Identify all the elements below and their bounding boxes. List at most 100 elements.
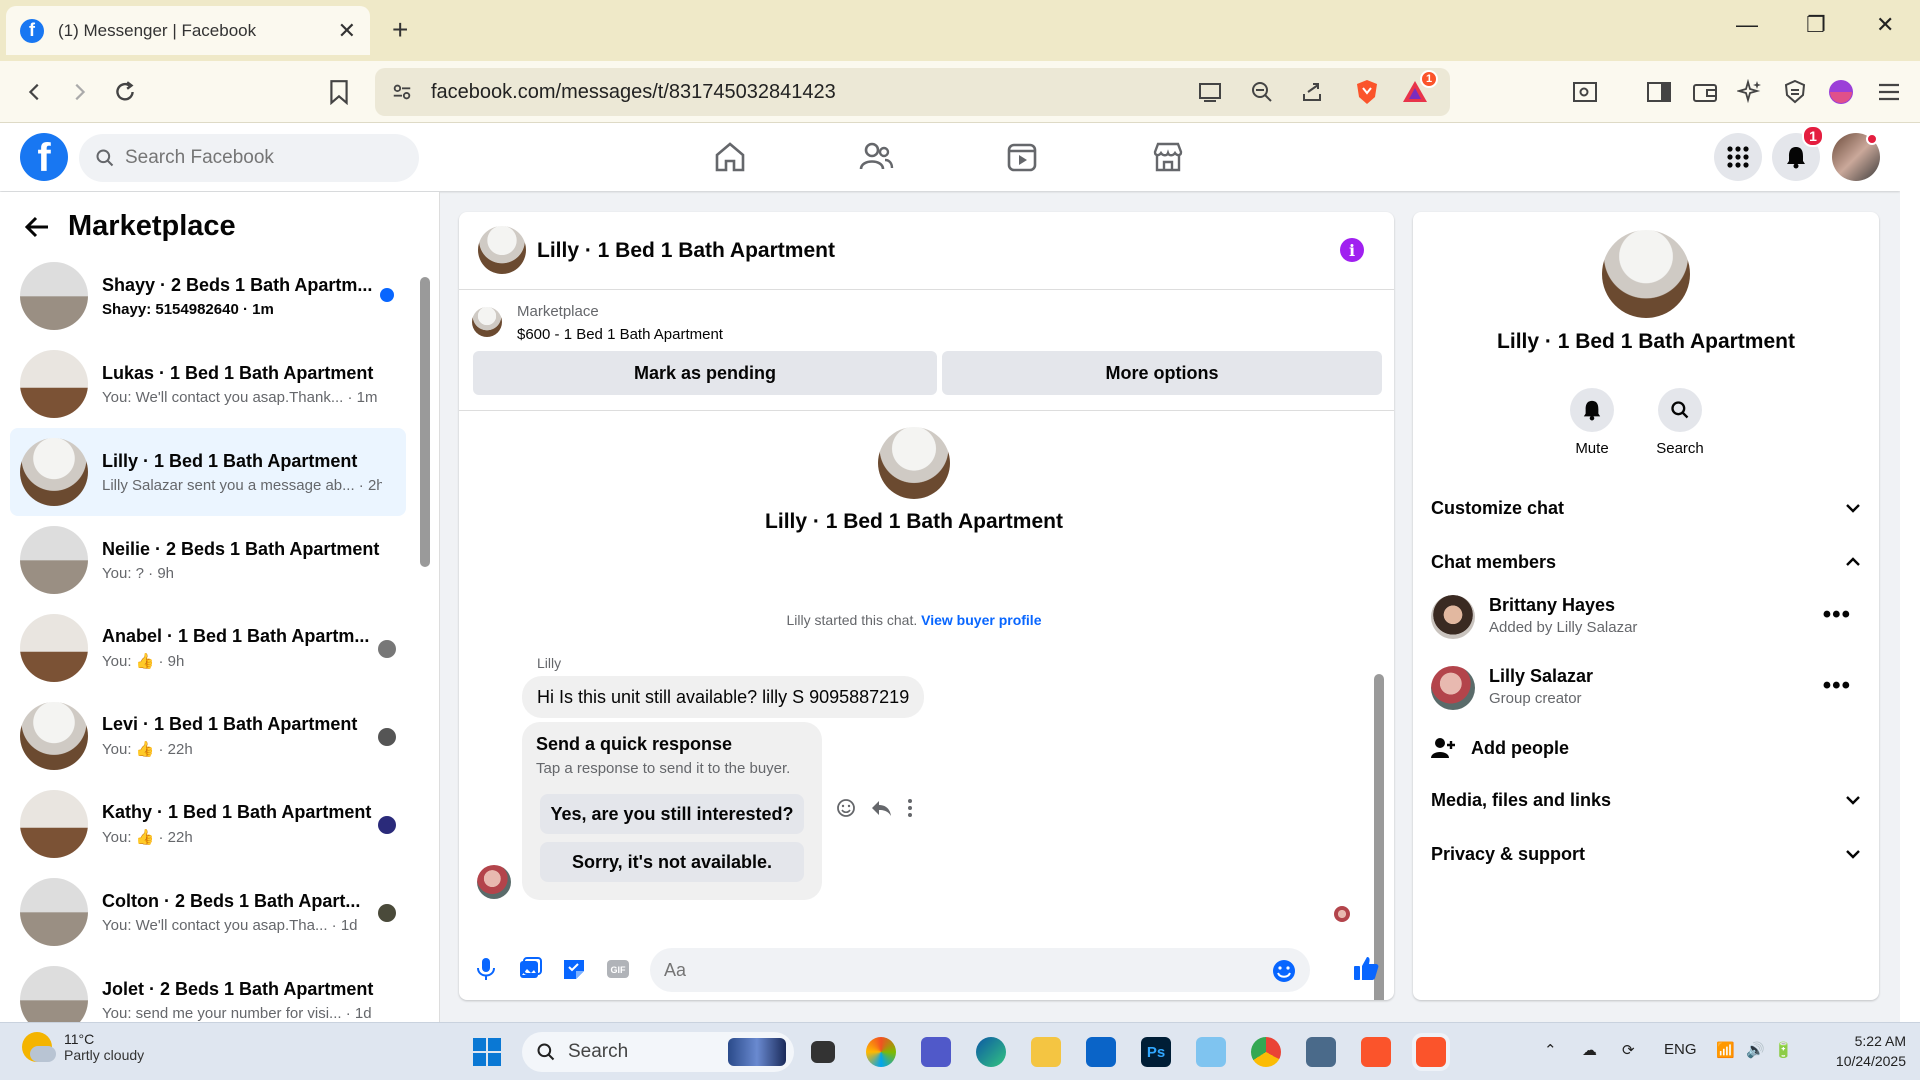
- leo-ai-icon[interactable]: [1735, 77, 1765, 107]
- weather-widget[interactable]: 11°C Partly cloudy: [22, 1031, 144, 1063]
- conversation-item[interactable]: Colton · 2 Beds 1 Bath Apart... You: We'…: [10, 868, 406, 956]
- vpn-icon[interactable]: [1780, 77, 1810, 107]
- home-icon[interactable]: [712, 139, 748, 175]
- windows-start-icon[interactable]: [472, 1037, 502, 1067]
- message-input-wrapper[interactable]: [650, 948, 1310, 992]
- menu-icon[interactable]: [1874, 77, 1904, 107]
- chat-member[interactable]: Brittany Hayes Added by Lilly Salazar ••…: [1431, 589, 1861, 645]
- friends-icon[interactable]: [858, 139, 894, 175]
- taskbar-search[interactable]: Search: [522, 1032, 794, 1072]
- new-tab-button[interactable]: +: [392, 14, 408, 46]
- facebook-search[interactable]: [79, 134, 419, 182]
- reading-mode-icon[interactable]: [1570, 77, 1600, 107]
- info-icon[interactable]: i: [1340, 238, 1364, 262]
- marketplace-icon[interactable]: [1150, 139, 1186, 175]
- chat-member[interactable]: Lilly Salazar Group creator •••: [1431, 660, 1861, 716]
- conversation-item[interactable]: Neilie · 2 Beds 1 Bath Apartment You: ? …: [10, 516, 406, 604]
- brave-icon[interactable]: [1361, 1037, 1391, 1067]
- chrome-icon[interactable]: [1251, 1037, 1281, 1067]
- video-icon[interactable]: [1004, 139, 1040, 175]
- wifi-icon[interactable]: 📶: [1716, 1041, 1735, 1059]
- address-bar[interactable]: facebook.com/messages/t/831745032841423 …: [375, 68, 1450, 116]
- sidebar-icon[interactable]: [1644, 77, 1674, 107]
- mute-button[interactable]: Mute: [1552, 388, 1632, 457]
- forward-icon[interactable]: [64, 77, 94, 107]
- message-bubble[interactable]: Hi Is this unit still available? lilly S…: [522, 676, 925, 718]
- close-window-icon[interactable]: ✕: [1876, 12, 1894, 38]
- more-options-button[interactable]: More options: [942, 351, 1382, 395]
- menu-grid-button[interactable]: [1714, 133, 1762, 181]
- share-icon[interactable]: [1297, 77, 1327, 107]
- sender-avatar[interactable]: [477, 865, 511, 899]
- photoshop-icon[interactable]: Ps: [1141, 1037, 1171, 1067]
- app-icon[interactable]: [1196, 1037, 1226, 1067]
- conversation-item[interactable]: Kathy · 1 Bed 1 Bath Apartment You: 👍 · …: [10, 780, 406, 868]
- conversation-item[interactable]: Jolet · 2 Beds 1 Bath Apartment You: sen…: [10, 956, 406, 1022]
- microphone-icon[interactable]: [473, 956, 499, 982]
- more-actions-icon[interactable]: [906, 798, 914, 818]
- chat-avatar[interactable]: [478, 226, 526, 274]
- search-conversation-button[interactable]: Search: [1640, 388, 1720, 457]
- mark-as-pending-button[interactable]: Mark as pending: [473, 351, 937, 395]
- privacy-support-section[interactable]: Privacy & support: [1431, 832, 1861, 876]
- member-options-icon[interactable]: •••: [1823, 601, 1851, 629]
- app-icon[interactable]: [1306, 1037, 1336, 1067]
- back-arrow-icon[interactable]: [24, 215, 50, 239]
- add-people-button[interactable]: Add people: [1431, 726, 1861, 770]
- taskbar-clock[interactable]: 5:22 AM 10/24/2025: [1816, 1031, 1906, 1071]
- cast-icon[interactable]: [1195, 77, 1225, 107]
- profile-icon[interactable]: [1826, 77, 1856, 107]
- reload-icon[interactable]: [110, 77, 140, 107]
- volume-icon[interactable]: 🔊: [1746, 1041, 1765, 1059]
- brave-shield-icon[interactable]: [1352, 77, 1382, 107]
- browser-tab[interactable]: f (1) Messenger | Facebook ✕: [6, 6, 370, 55]
- listing-detail[interactable]: $600 - 1 Bed 1 Bath Apartment: [517, 326, 723, 343]
- teams-icon[interactable]: [921, 1037, 951, 1067]
- language-indicator[interactable]: ENG: [1664, 1041, 1697, 1058]
- restore-icon[interactable]: ❐: [1806, 12, 1826, 38]
- task-view-icon[interactable]: [811, 1041, 835, 1063]
- close-tab-icon[interactable]: ✕: [338, 18, 356, 44]
- conversation-item[interactable]: Lukas · 1 Bed 1 Bath Apartment You: We'l…: [10, 340, 406, 428]
- battery-icon[interactable]: 🔋: [1774, 1041, 1793, 1059]
- conversation-item[interactable]: Levi · 1 Bed 1 Bath Apartment You: 👍 · 2…: [10, 692, 406, 780]
- minimize-icon[interactable]: —: [1736, 12, 1758, 38]
- facebook-logo-icon[interactable]: f: [20, 133, 68, 181]
- member-options-icon[interactable]: •••: [1823, 672, 1851, 700]
- file-explorer-icon[interactable]: [1031, 1037, 1061, 1067]
- tray-chevron-icon[interactable]: ⌃: [1544, 1041, 1557, 1059]
- sticker-icon[interactable]: [561, 956, 587, 982]
- sync-icon[interactable]: ⟳: [1622, 1041, 1635, 1059]
- gif-icon[interactable]: GIF: [605, 956, 631, 982]
- listing-thumbnail[interactable]: [472, 307, 502, 337]
- react-icon[interactable]: [836, 798, 856, 818]
- page-scrollbar[interactable]: [1900, 123, 1920, 1022]
- quick-response-yes-button[interactable]: Yes, are you still interested?: [540, 794, 804, 834]
- like-thumb-icon[interactable]: [1352, 954, 1379, 980]
- facebook-search-input[interactable]: [125, 147, 405, 169]
- copilot-icon[interactable]: [866, 1037, 896, 1067]
- media-files-section[interactable]: Media, files and links: [1431, 778, 1861, 822]
- brave-active-icon[interactable]: [1416, 1037, 1446, 1067]
- outlook-icon[interactable]: [1086, 1037, 1116, 1067]
- view-buyer-profile-link[interactable]: View buyer profile: [921, 612, 1041, 628]
- conversation-list-scrollbar[interactable]: [420, 277, 430, 567]
- conversation-item-active[interactable]: Lilly · 1 Bed 1 Bath Apartment Lilly Sal…: [10, 428, 406, 516]
- photo-icon[interactable]: [517, 956, 543, 982]
- bookmark-icon[interactable]: [324, 77, 354, 107]
- reply-icon[interactable]: [870, 798, 892, 818]
- back-icon[interactable]: [20, 77, 50, 107]
- site-settings-icon[interactable]: [387, 77, 417, 107]
- details-avatar[interactable]: [1602, 230, 1690, 318]
- chat-title[interactable]: Lilly · 1 Bed 1 Bath Apartment: [537, 239, 835, 263]
- edge-icon[interactable]: [976, 1037, 1006, 1067]
- quick-response-no-button[interactable]: Sorry, it's not available.: [540, 842, 804, 882]
- conversation-item[interactable]: Anabel · 1 Bed 1 Bath Apartm... You: 👍 ·…: [10, 604, 406, 692]
- chat-members-section[interactable]: Chat members: [1431, 540, 1861, 584]
- zoom-out-icon[interactable]: [1247, 77, 1277, 107]
- wallet-icon[interactable]: [1690, 77, 1720, 107]
- conversation-item[interactable]: Shayy · 2 Beds 1 Bath Apartm... Shayy: 5…: [10, 252, 406, 340]
- customize-chat-section[interactable]: Customize chat: [1431, 486, 1861, 530]
- emoji-icon[interactable]: [1272, 959, 1296, 983]
- message-input[interactable]: [664, 948, 1224, 992]
